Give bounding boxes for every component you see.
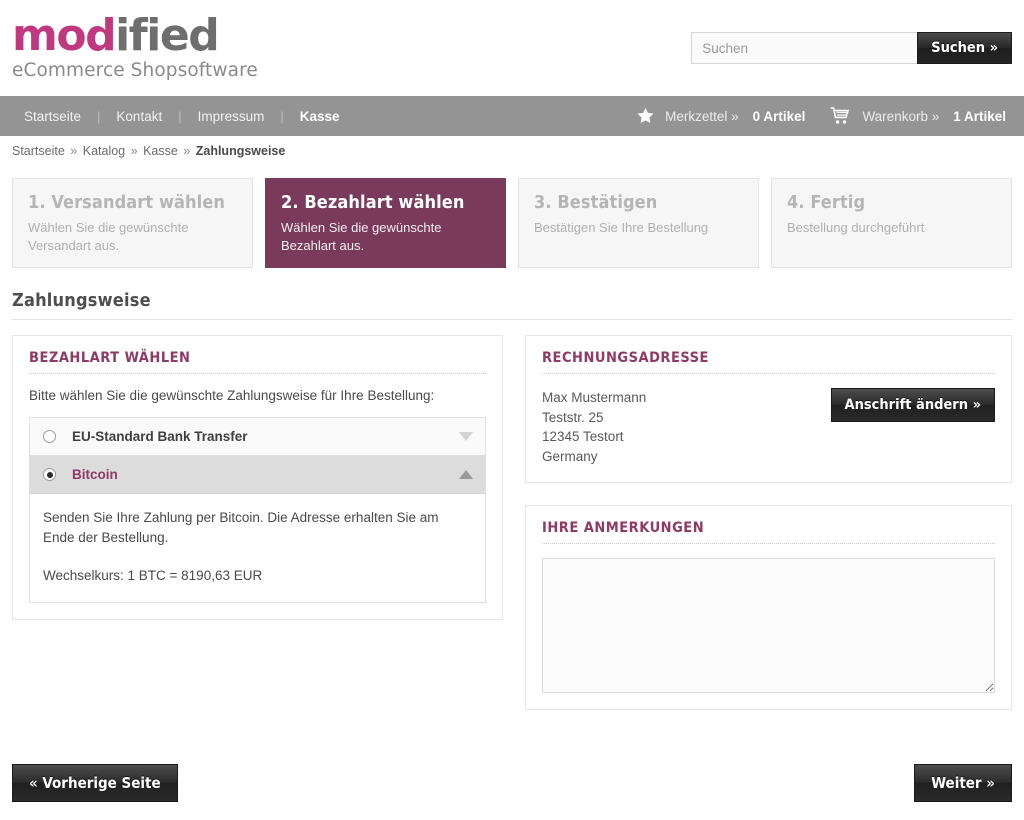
cart-link[interactable]: Warenkorb » bbox=[829, 106, 939, 126]
payment-panel: Bezahlart wählen Bitte wählen Sie die ge… bbox=[12, 335, 503, 620]
main-navigation: Startseite | Kontakt | Impressum | Kasse… bbox=[0, 96, 1024, 136]
payment-intro-text: Bitte wählen Sie die gewünschte Zahlungs… bbox=[29, 388, 435, 403]
payment-option-label: EU-Standard Bank Transfer bbox=[72, 429, 248, 444]
notes-panel-title: Ihre Anmerkungen bbox=[542, 520, 995, 544]
next-page-button[interactable]: Weiter » bbox=[914, 764, 1012, 802]
breadcrumb-separator: » bbox=[70, 144, 78, 158]
breadcrumb-separator: » bbox=[130, 144, 138, 158]
step-title: 1. Versandart wählen bbox=[28, 192, 226, 213]
step-description: Wählen Sie die gewünschte Versandart aus… bbox=[28, 220, 189, 253]
nav-links: Startseite | Kontakt | Impressum | Kasse bbox=[12, 109, 356, 124]
breadcrumb-item-startseite[interactable]: Startseite bbox=[12, 144, 65, 158]
billing-address-lines: Max Mustermann Teststr. 25 12345 Testort… bbox=[542, 388, 646, 466]
breadcrumb-item-kasse[interactable]: Kasse bbox=[143, 144, 178, 158]
site-logo[interactable]: modified eCommerce Shopsoftware bbox=[12, 12, 272, 82]
cart-label[interactable]: Warenkorb » bbox=[862, 109, 939, 124]
payment-option-bitcoin[interactable]: Bitcoin bbox=[30, 456, 485, 494]
payment-options-list: EU-Standard Bank Transfer Bitcoin Senden… bbox=[29, 417, 486, 603]
sidebar-column: Rechnungsadresse Max Mustermann Teststr.… bbox=[525, 335, 1012, 710]
nav-item-startseite[interactable]: Startseite bbox=[12, 109, 97, 124]
logo-primary-text: mod bbox=[12, 10, 117, 61]
logo-secondary-text: ified bbox=[115, 10, 220, 61]
breadcrumb-item-katalog[interactable]: Katalog bbox=[83, 144, 125, 158]
billing-street: Teststr. 25 bbox=[542, 409, 604, 425]
billing-address-panel: Rechnungsadresse Max Mustermann Teststr.… bbox=[525, 335, 1012, 483]
cart-icon bbox=[829, 106, 853, 126]
step-description: Bestellung durchgeführt bbox=[787, 220, 925, 235]
search-button[interactable]: Suchen » bbox=[917, 32, 1012, 64]
page-title: Zahlungsweise bbox=[12, 290, 1012, 320]
payment-detail-bitcoin: Senden Sie Ihre Zahlung per Bitcoin. Die… bbox=[30, 494, 485, 602]
step-3-bestaetigen[interactable]: 3. Bestätigen Bestätigen Sie Ihre Bestel… bbox=[518, 178, 759, 268]
step-2-bezahlart[interactable]: 2. Bezahlart wählen Wählen Sie die gewün… bbox=[265, 178, 506, 268]
nav-item-kasse[interactable]: Kasse bbox=[284, 109, 356, 124]
step-title: 3. Bestätigen bbox=[534, 192, 658, 213]
nav-utility: Merkzettel » 0 Artikel Warenkorb » 1 Art… bbox=[635, 106, 1012, 126]
payment-panel-title: Bezahlart wählen bbox=[29, 350, 486, 374]
search-input[interactable] bbox=[691, 32, 918, 64]
search-box: Suchen » bbox=[691, 32, 1012, 64]
step-title: 4. Fertig bbox=[787, 192, 866, 213]
change-address-button[interactable]: Anschrift ändern » bbox=[830, 388, 995, 422]
nav-item-kontakt[interactable]: Kontakt bbox=[100, 109, 178, 124]
step-4-fertig[interactable]: 4. Fertig Bestellung durchgeführt bbox=[771, 178, 1012, 268]
breadcrumb: Startseite » Katalog » Kasse » Zahlungsw… bbox=[0, 136, 1024, 158]
checkout-steps: 1. Versandart wählen Wählen Sie die gewü… bbox=[0, 158, 1024, 268]
radio-bank-transfer[interactable] bbox=[43, 430, 56, 443]
previous-page-button[interactable]: « Vorherige Seite bbox=[12, 764, 178, 802]
logo-wordmark: modified bbox=[12, 12, 272, 60]
breadcrumb-item-current: Zahlungsweise bbox=[195, 144, 286, 158]
wishlist-count: 0 Artikel bbox=[752, 108, 806, 124]
billing-panel-title: Rechnungsadresse bbox=[542, 350, 995, 374]
notes-textarea[interactable] bbox=[542, 558, 995, 693]
payment-detail-text: Senden Sie Ihre Zahlung per Bitcoin. Die… bbox=[43, 510, 439, 545]
star-icon bbox=[635, 106, 656, 126]
step-description: Bestätigen Sie Ihre Bestellung bbox=[534, 220, 709, 235]
chevron-down-icon[interactable] bbox=[459, 432, 473, 441]
breadcrumb-separator: » bbox=[183, 144, 191, 158]
radio-bitcoin[interactable] bbox=[43, 468, 56, 481]
payment-column: Bezahlart wählen Bitte wählen Sie die ge… bbox=[12, 335, 503, 710]
checkout-footer: « Vorherige Seite Weiter » bbox=[0, 764, 1024, 802]
billing-address-row: Max Mustermann Teststr. 25 12345 Testort… bbox=[542, 388, 995, 466]
site-header: modified eCommerce Shopsoftware Suchen » bbox=[0, 0, 1024, 96]
payment-option-label: Bitcoin bbox=[72, 467, 118, 482]
step-1-versandart[interactable]: 1. Versandart wählen Wählen Sie die gewü… bbox=[12, 178, 253, 268]
payment-exchange-rate: Wechselkurs: 1 BTC = 8190,63 EUR bbox=[43, 568, 263, 583]
notes-panel: Ihre Anmerkungen bbox=[525, 505, 1012, 710]
step-title: 2. Bezahlart wählen bbox=[281, 192, 465, 213]
wishlist-link[interactable]: Merkzettel » bbox=[635, 106, 739, 126]
cart-count: 1 Artikel bbox=[953, 108, 1006, 124]
billing-city: 12345 Testort bbox=[542, 429, 624, 444]
billing-country: Germany bbox=[542, 448, 598, 464]
content-columns: Bezahlart wählen Bitte wählen Sie die ge… bbox=[0, 320, 1024, 710]
payment-option-bank-transfer[interactable]: EU-Standard Bank Transfer bbox=[30, 418, 485, 456]
checkout-page: modified eCommerce Shopsoftware Suchen »… bbox=[0, 0, 1024, 820]
billing-name: Max Mustermann bbox=[542, 390, 647, 405]
logo-tagline: eCommerce Shopsoftware bbox=[12, 60, 258, 81]
wishlist-label[interactable]: Merkzettel » bbox=[665, 109, 739, 124]
chevron-up-icon[interactable] bbox=[459, 470, 473, 479]
nav-item-impressum[interactable]: Impressum bbox=[182, 109, 281, 124]
step-description: Wählen Sie die gewünschte Bezahlart aus. bbox=[281, 220, 442, 253]
